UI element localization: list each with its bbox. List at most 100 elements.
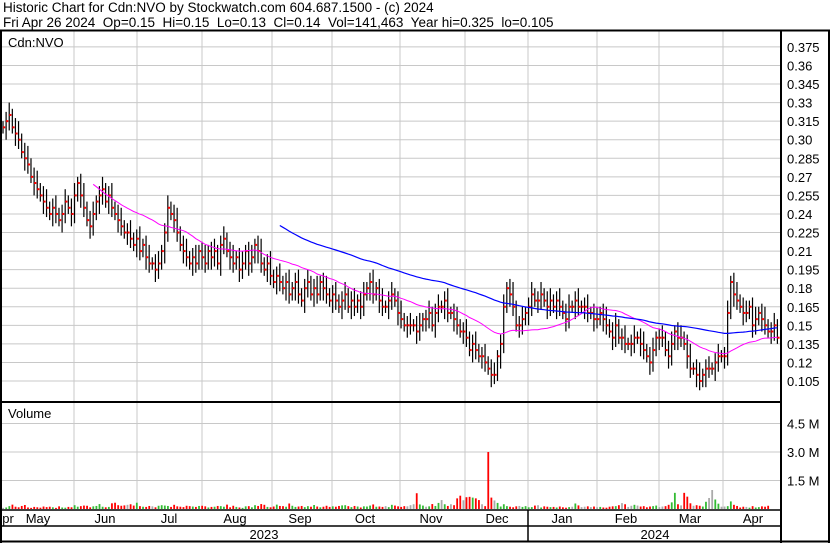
close-tick	[130, 237, 133, 240]
volume-bar	[580, 507, 583, 509]
volume-bar	[418, 504, 421, 509]
close-tick	[764, 324, 768, 327]
price-pane-label: Cdn:NVO	[8, 35, 64, 50]
volume-bar	[198, 505, 200, 509]
volume-bar	[652, 506, 654, 509]
volume-bar	[680, 505, 682, 509]
close-tick	[525, 311, 528, 314]
close-tick	[584, 305, 587, 308]
close-tick	[404, 324, 407, 327]
close-tick	[727, 311, 730, 314]
volume-bar	[263, 504, 266, 509]
volume-bar	[549, 507, 552, 509]
volume-bar	[450, 504, 452, 509]
volume-bar	[453, 505, 455, 509]
close-tick	[615, 324, 618, 327]
volume-bar	[677, 504, 679, 509]
close-tick	[724, 355, 727, 358]
close-tick	[304, 287, 307, 290]
close-tick	[413, 324, 416, 327]
close-tick	[463, 330, 466, 333]
volume-bar	[278, 505, 281, 509]
volume-bar	[76, 506, 79, 509]
volume-bar	[527, 507, 530, 509]
close-tick	[547, 305, 550, 308]
close-tick	[522, 318, 525, 321]
close-tick	[195, 262, 199, 265]
volume-bar	[254, 505, 256, 509]
volume-bar	[387, 507, 390, 509]
volume-bar	[92, 506, 95, 509]
close-tick	[708, 367, 712, 370]
close-tick	[631, 342, 634, 345]
volume-bar	[104, 507, 107, 509]
close-tick	[127, 231, 130, 234]
close-tick	[348, 305, 351, 308]
price-tick-label: 0.255	[787, 188, 820, 203]
volume-bar	[642, 506, 645, 509]
volume-bar	[496, 502, 499, 509]
close-tick	[450, 311, 454, 314]
volume-bar	[331, 506, 334, 509]
volume-bar	[465, 497, 468, 509]
close-tick	[24, 157, 27, 160]
volume-bar	[509, 506, 511, 509]
close-tick	[509, 293, 513, 296]
month-label: Apr	[743, 511, 764, 526]
volume-bar	[241, 507, 244, 509]
close-tick	[345, 293, 348, 296]
volume-bar	[120, 505, 123, 509]
close-tick	[634, 336, 637, 339]
volume-bar	[334, 506, 337, 509]
close-tick	[665, 349, 668, 352]
volume-bar	[645, 507, 648, 509]
volume-bar	[412, 504, 415, 509]
volume-bar	[325, 505, 328, 509]
volume-bar	[173, 504, 176, 509]
month-label: Jun	[95, 511, 116, 526]
volume-bar	[767, 505, 770, 509]
volume-bar	[219, 506, 222, 509]
close-tick	[43, 200, 46, 203]
close-tick	[233, 262, 236, 265]
month-label: Jul	[161, 511, 178, 526]
volume-bar	[251, 507, 253, 509]
volume-bar	[636, 505, 639, 509]
volume-bar	[160, 505, 163, 509]
volume-bar	[30, 507, 32, 509]
close-tick	[102, 188, 105, 191]
close-tick	[298, 293, 301, 296]
close-tick	[444, 299, 447, 302]
close-tick	[3, 126, 6, 129]
volume-bar	[73, 505, 76, 509]
volume-bar	[204, 506, 207, 509]
volume-bar	[723, 506, 726, 509]
close-tick	[531, 293, 534, 296]
volume-bar	[745, 506, 748, 509]
close-tick	[254, 243, 258, 246]
close-tick	[357, 299, 360, 302]
volume-bar	[45, 507, 48, 509]
close-tick	[251, 256, 254, 259]
volume-bar	[729, 501, 732, 509]
close-tick	[500, 342, 503, 345]
close-tick	[21, 151, 24, 154]
close-tick	[534, 299, 538, 302]
close-tick	[186, 256, 189, 259]
year-label: 2023	[250, 527, 279, 542]
close-tick	[478, 355, 482, 358]
price-tick-label: 0.315	[787, 114, 820, 129]
volume-bar	[596, 507, 599, 509]
close-tick	[656, 336, 659, 339]
volume-bar	[17, 507, 20, 509]
axis-labels: 0.375 0.36 0.345 0.33 0.315 0.30 0.285 0.27 0.25…	[2, 40, 819, 542]
volume-bar	[443, 504, 446, 509]
close-tick	[335, 299, 338, 302]
volume-bar	[356, 506, 359, 509]
close-tick	[155, 268, 158, 271]
close-tick	[472, 342, 475, 345]
volume-bar	[117, 505, 120, 509]
close-tick	[441, 305, 444, 308]
close-tick	[136, 237, 139, 240]
close-tick	[217, 262, 220, 265]
